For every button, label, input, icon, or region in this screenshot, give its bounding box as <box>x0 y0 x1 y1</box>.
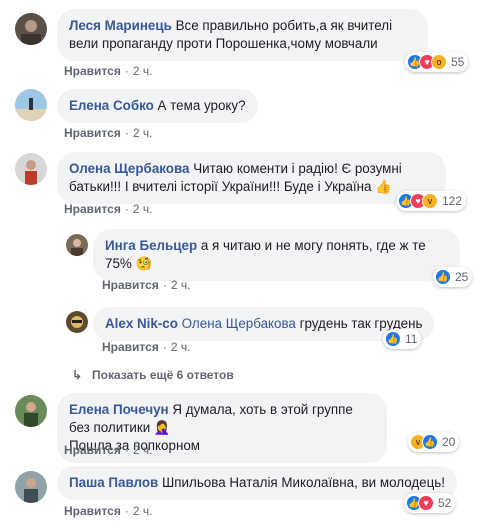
mention-link[interactable]: Олена Щербакова <box>182 316 296 331</box>
comment-bubble: Олена Щербакова Читаю коменти і радію! Є… <box>57 152 446 204</box>
comment-actions: Нравится · 2 ч. <box>64 443 153 457</box>
comment-author[interactable]: Паша Павлов <box>69 475 158 490</box>
like-reaction-icon: 👍 <box>435 269 451 285</box>
comment-actions: Нравится · 2 ч. <box>64 202 153 216</box>
like-link[interactable]: Нравится <box>102 340 159 354</box>
comment-actions: Нравится · 2 ч. <box>64 64 153 78</box>
comment-time[interactable]: 2 ч. <box>133 64 153 78</box>
reaction-summary[interactable]: 👍 ♥ o 55 <box>405 52 469 72</box>
love-reaction-icon: ♥ <box>418 495 434 511</box>
comment-time[interactable]: 2 ч. <box>133 126 153 140</box>
like-link[interactable]: Нравится <box>64 504 121 518</box>
reaction-summary[interactable]: 👍 11 <box>383 329 422 349</box>
reaction-count: 55 <box>451 55 465 69</box>
comment-bubble: Елена Собко А тема уроку? <box>57 89 258 123</box>
reaction-count: 52 <box>438 496 452 510</box>
reply-bubble: Инга Бельцер а я читаю и не могу понять,… <box>93 229 460 281</box>
comment-author[interactable]: Леся Маринець <box>69 18 172 33</box>
comment-emoji: 🤦‍♀️ <box>153 420 171 435</box>
avatar[interactable] <box>15 89 47 121</box>
avatar[interactable] <box>15 471 47 503</box>
comment-actions: Нравится · 2 ч. <box>102 340 191 354</box>
comment-time[interactable]: 2 ч. <box>133 443 153 457</box>
comment-author[interactable]: Alex Nik-co <box>105 316 178 331</box>
comment-bubble: Паша Павлов Шпильова Наталія Миколаївна,… <box>57 466 457 500</box>
avatar[interactable] <box>66 234 88 256</box>
reply-arrow-icon: ↳ <box>72 368 83 382</box>
wow-reaction-icon: o <box>431 54 447 70</box>
reaction-summary[interactable]: 👍 25 <box>433 267 473 287</box>
comment-time[interactable]: 2 ч. <box>171 278 191 292</box>
like-link[interactable]: Нравится <box>64 126 121 140</box>
reaction-summary[interactable]: 👍 ♥ v 122 <box>396 191 467 211</box>
reaction-count: 122 <box>442 194 463 208</box>
comment-text: Шпильова Наталія Миколаївна, ви молодець… <box>162 475 445 490</box>
reaction-count: 11 <box>405 332 418 346</box>
comment-author[interactable]: Елена Собко <box>69 98 154 113</box>
like-reaction-icon: 👍 <box>385 331 401 347</box>
reaction-summary[interactable]: 👍 ♥ 52 <box>404 493 456 513</box>
like-link[interactable]: Нравится <box>102 278 159 292</box>
avatar[interactable] <box>66 311 88 333</box>
like-link[interactable]: Нравится <box>64 64 121 78</box>
comment-actions: Нравится · 2 ч. <box>64 126 153 140</box>
show-more-replies-link[interactable]: ↳ Показать ещё 6 ответов <box>72 368 234 382</box>
comment-actions: Нравится · 2 ч. <box>64 504 153 518</box>
comment-bubble: Леся Маринець Все правильно робить,а як … <box>57 9 428 61</box>
like-link[interactable]: Нравится <box>64 443 121 457</box>
reaction-summary[interactable]: v 👍 20 <box>408 432 460 452</box>
comment-emoji: 👍 <box>375 179 392 194</box>
reaction-count: 20 <box>442 435 456 449</box>
comment-time[interactable]: 2 ч. <box>171 340 191 354</box>
avatar[interactable] <box>15 395 47 427</box>
avatar[interactable] <box>15 13 47 45</box>
comment-text: А тема уроку? <box>157 98 246 113</box>
show-more-label: Показать ещё 6 ответов <box>92 368 234 382</box>
comment-author[interactable]: Елена Почечун <box>69 402 169 417</box>
reaction-count: 25 <box>455 270 469 284</box>
like-link[interactable]: Нравится <box>64 202 121 216</box>
avatar[interactable] <box>15 153 47 185</box>
comment-author[interactable]: Олена Щербакова <box>69 161 189 176</box>
comment-author[interactable]: Инга Бельцер <box>105 238 197 253</box>
haha-reaction-icon: v <box>422 193 438 209</box>
comment-emoji: 🧐 <box>135 256 153 271</box>
comment-time[interactable]: 2 ч. <box>133 202 153 216</box>
comment-actions: Нравится · 2 ч. <box>102 278 191 292</box>
comment-time[interactable]: 2 ч. <box>133 504 153 518</box>
like-reaction-icon: 👍 <box>422 434 438 450</box>
